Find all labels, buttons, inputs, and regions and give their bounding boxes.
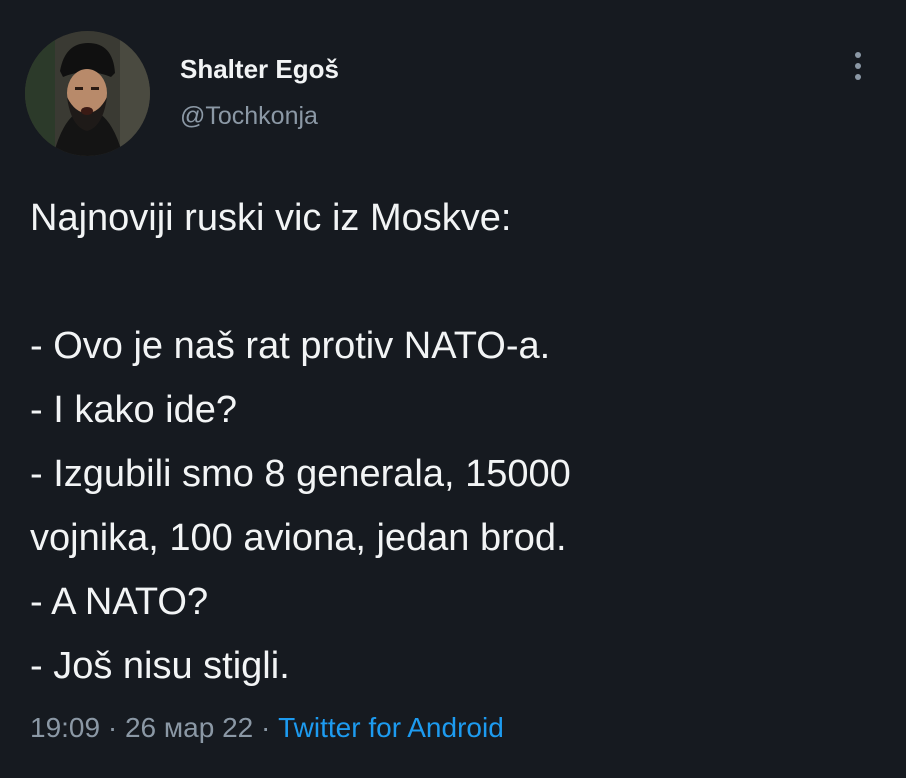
- tweet-meta: 19:09 · 26 мар 22 · Twitter for Android: [30, 712, 504, 744]
- tweet-date[interactable]: 26 мар 22: [125, 712, 253, 743]
- tweet-source-link[interactable]: Twitter for Android: [278, 712, 504, 743]
- meta-separator: ·: [261, 712, 271, 743]
- display-name[interactable]: Shalter Egoš: [180, 54, 339, 85]
- user-handle[interactable]: @Tochkonja: [180, 102, 318, 131]
- tweet-time[interactable]: 19:09: [30, 712, 100, 743]
- tweet-line: - Izgubili smo 8 generala, 15000: [30, 453, 571, 495]
- tweet-line: - A NATO?: [30, 581, 209, 623]
- more-vertical-icon[interactable]: [848, 48, 868, 84]
- tweet-line: - Ovo je naš rat protiv NATO-a.: [30, 325, 551, 367]
- tweet-line: - Još nisu stigli.: [30, 645, 290, 687]
- tweet-text: Najnoviji ruski vic iz Moskve: - Ovo je …: [30, 186, 890, 698]
- tweet-card: Shalter Egoš @Tochkonja Najnoviji ruski …: [0, 0, 906, 778]
- avatar-image: [25, 31, 150, 156]
- meta-separator: ·: [107, 712, 118, 743]
- avatar[interactable]: [25, 31, 150, 156]
- tweet-line: Najnoviji ruski vic iz Moskve:: [30, 197, 512, 239]
- tweet-line: vojnika, 100 aviona, jedan brod.: [30, 517, 567, 559]
- tweet-line: - I kako ide?: [30, 389, 237, 431]
